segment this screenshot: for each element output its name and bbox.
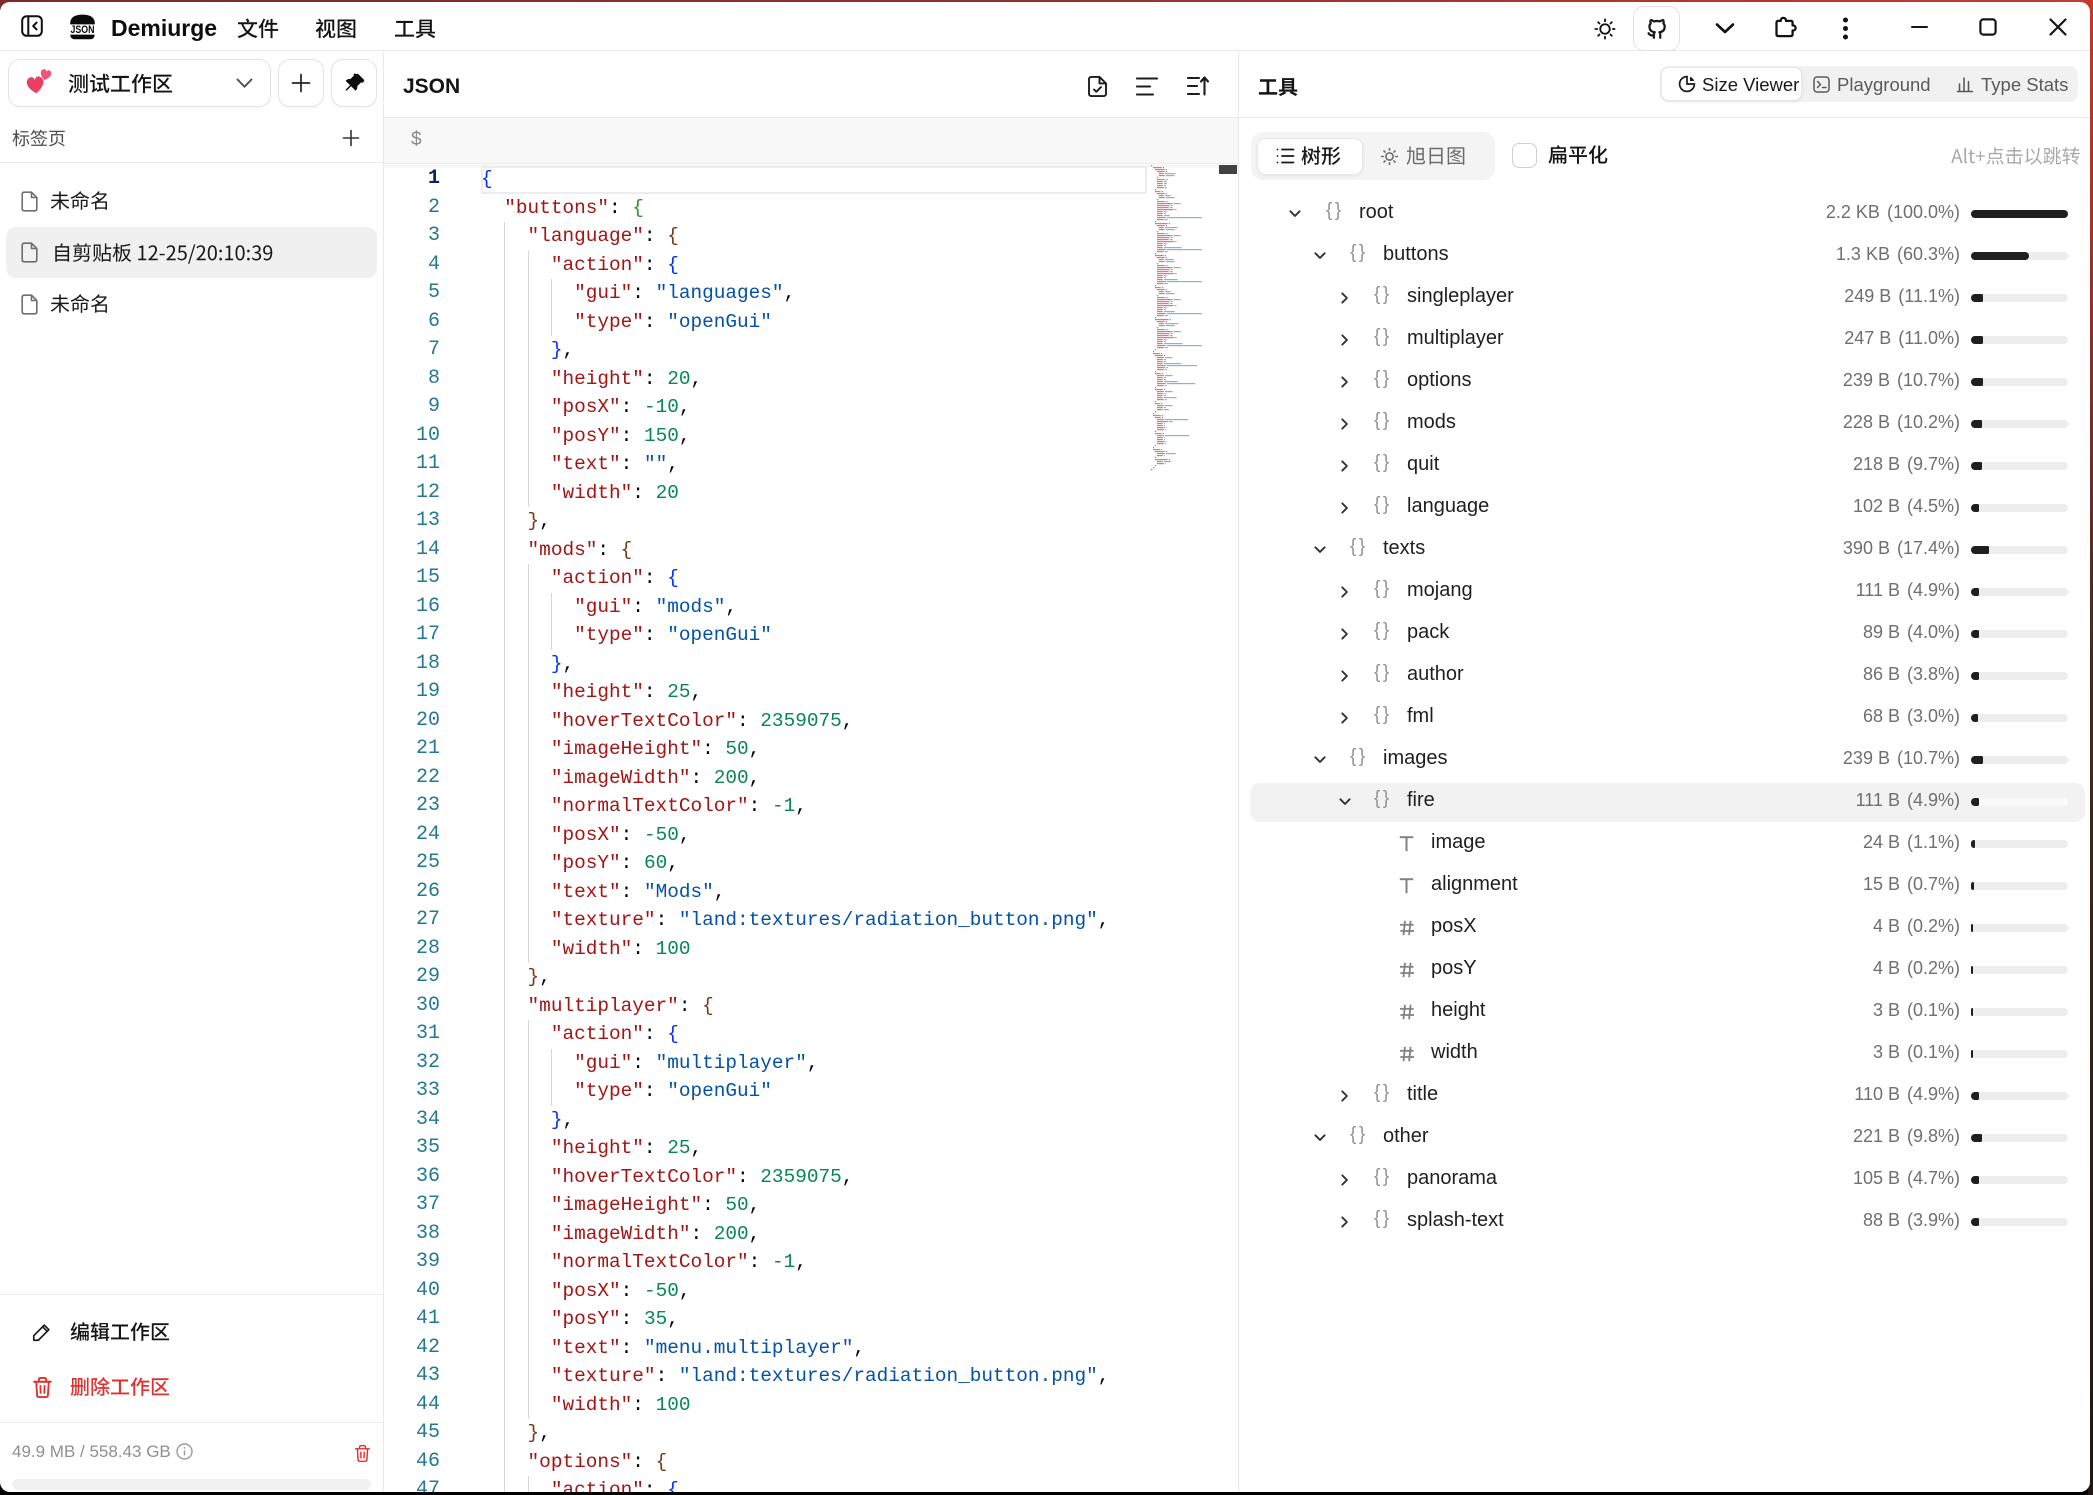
- svg-text:JSON: JSON: [71, 24, 95, 36]
